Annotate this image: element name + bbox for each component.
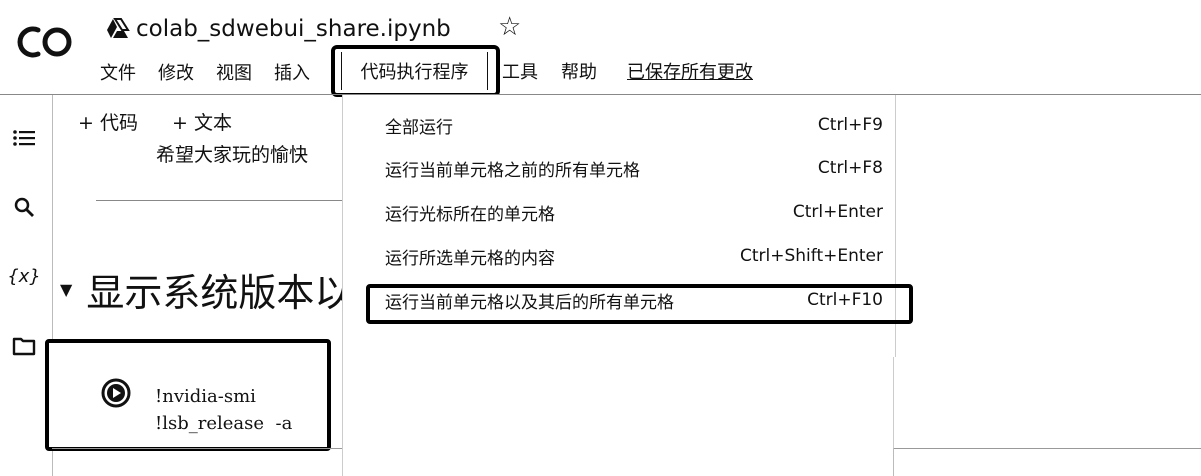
menu-insert[interactable]: 插入 (274, 59, 310, 85)
section-heading: ▼ 显示系统版本以 (60, 262, 346, 317)
code-cell[interactable]: !nvidia-smi !lsb_release -a (45, 339, 331, 451)
panel-divider-bottom (893, 448, 1201, 449)
panel-divider-low (893, 448, 894, 476)
menu-item-label: 运行当前单元格之前的所有单元格 (385, 160, 640, 181)
menu-item-shortcut: Ctrl+F9 (817, 115, 883, 135)
section-heading-text: 显示系统版本以 (86, 271, 346, 315)
add-text-button[interactable]: + 文本 (172, 108, 232, 135)
save-status-link[interactable]: 已保存所有更改 (627, 58, 753, 84)
toc-icon[interactable] (10, 124, 38, 152)
menu-item-label: 全部运行 (385, 117, 453, 138)
content-divider (342, 357, 343, 476)
menu-item-shortcut: Ctrl+Shift+Enter (739, 246, 883, 266)
menu-item-run-before[interactable]: 运行当前单元格之前的所有单元格 Ctrl+F8 (385, 153, 883, 183)
menu-item-shortcut: Ctrl+F8 (817, 158, 883, 178)
menu-item-label: 运行所选单元格的内容 (385, 248, 555, 269)
drive-icon (107, 18, 130, 38)
text-cell-content: 希望大家玩的愉快 (156, 144, 309, 166)
menubar: 文件 修改 视图 插入 (100, 58, 332, 86)
menu-item-shortcut: Ctrl+Enter (792, 202, 883, 222)
menu-item-run-all[interactable]: 全部运行 Ctrl+F9 (385, 110, 883, 140)
add-code-button[interactable]: + 代码 (78, 108, 138, 135)
menu-file[interactable]: 文件 (100, 59, 136, 85)
variables-icon[interactable]: {x} (7, 262, 41, 290)
menu-item-run-focused[interactable]: 运行光标所在的单元格 Ctrl+Enter (385, 197, 883, 227)
menu-runtime[interactable]: 代码执行程序 (341, 52, 488, 90)
cell-bottom-line (52, 448, 342, 449)
menu-help[interactable]: 帮助 (561, 58, 597, 84)
notebook-title[interactable]: colab_sdwebui_share.ipynb (136, 16, 451, 42)
menu-item-label: 运行光标所在的单元格 (385, 204, 555, 225)
run-cell-icon[interactable] (101, 378, 131, 408)
menu-item-highlight (366, 284, 913, 324)
search-icon[interactable] (10, 193, 38, 221)
menu-item-run-selection[interactable]: 运行所选单元格的内容 Ctrl+Shift+Enter (385, 241, 883, 271)
menu-tools[interactable]: 工具 (502, 58, 538, 84)
code-editor[interactable]: !nvidia-smi !lsb_release -a (155, 383, 292, 437)
notebook-title-bar: colab_sdwebui_share.ipynb (104, 14, 451, 44)
menu-view[interactable]: 视图 (216, 59, 252, 85)
folder-icon[interactable] (10, 332, 38, 360)
colab-logo (17, 26, 72, 58)
cell-separator (96, 200, 346, 201)
menu-edit[interactable]: 修改 (158, 59, 194, 85)
star-icon[interactable]: ☆ (498, 12, 521, 42)
collapse-caret-icon[interactable]: ▼ (60, 280, 72, 299)
content-divider-right (893, 357, 894, 448)
